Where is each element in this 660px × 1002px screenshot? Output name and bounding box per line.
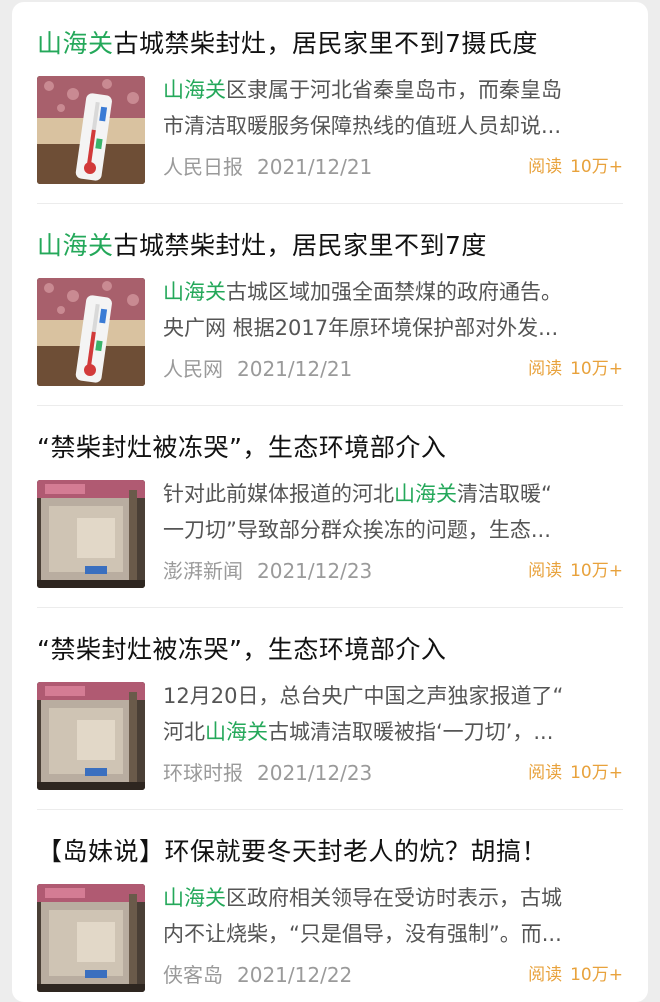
publish-date: 2021/12/21 [237, 357, 353, 381]
snippet-text: 一刀切”导致部分群众挨冻的问题，生态... [163, 518, 551, 542]
snippet-highlight: 山海关 [163, 280, 226, 304]
article-meta: 人民网 2021/12/21 [163, 352, 352, 386]
article-title[interactable]: 【岛妹说】环保就要冬天封老人的炕？胡搞！ [37, 832, 547, 872]
article-item[interactable]: 【岛妹说】环保就要冬天封老人的炕？胡搞！ 山海关区政府相关领导在受访时表示，古城… [37, 810, 623, 1002]
snippet-text: 古城区域加强全面禁煤的政府通告。 [226, 280, 562, 304]
publish-date: 2021/12/21 [257, 155, 373, 179]
snippet-text: 市清洁取暖服务保障热线的值班人员却说... [163, 114, 562, 138]
publish-date: 2021/12/22 [237, 963, 353, 987]
article-snippet: 山海关区政府相关领导在受访时表示，古城 内不让烧柴，“只是倡导，没有强制”。而.… [163, 880, 623, 952]
title-text: 古城禁柴封灶，居民家里不到7度 [113, 231, 487, 260]
snippet-text: 内不让烧柴，“只是倡导，没有强制”。而... [163, 922, 562, 946]
source-name[interactable]: 侠客岛 [163, 963, 223, 987]
stove-thumbnail[interactable] [37, 480, 145, 588]
article-title[interactable]: “禁柴封灶被冻哭”，生态环境部介入 [37, 428, 446, 468]
article-snippet: 山海关区隶属于河北省秦皇岛市，而秦皇岛 市清洁取暖服务保障热线的值班人员却说..… [163, 72, 623, 144]
source-name[interactable]: 人民日报 [163, 155, 243, 179]
read-label: 阅读 [528, 965, 563, 985]
snippet-text: 区政府相关领导在受访时表示，古城 [226, 886, 562, 910]
read-label: 阅读 [528, 561, 563, 581]
snippet-text: 12月20日，总台央广中国之声独家报道了“ [163, 684, 564, 708]
read-number: 10万+ [570, 965, 623, 985]
article-item[interactable]: 山海关古城禁柴封灶，居民家里不到7度 山海关古城区域加强全面禁煤的政府通告。 央… [37, 204, 623, 406]
article-meta: 澎湃新闻 2021/12/23 [163, 554, 372, 588]
snippet-highlight: 山海关 [163, 886, 226, 910]
article-title[interactable]: 山海关古城禁柴封灶，居民家里不到7度 [37, 226, 487, 266]
read-number: 10万+ [570, 561, 623, 581]
article-meta: 侠客岛 2021/12/22 [163, 958, 352, 992]
read-count: 阅读 10万+ [528, 354, 623, 384]
title-highlight: 山海关 [37, 231, 114, 260]
thermometer-thumbnail[interactable] [37, 278, 145, 386]
snippet-text: 清洁取暖“ [457, 482, 552, 506]
article-snippet: 12月20日，总台央广中国之声独家报道了“ 河北山海关古城清洁取暖被指‘一刀切’… [163, 678, 623, 750]
read-count: 阅读 10万+ [528, 960, 623, 990]
snippet-highlight: 山海关 [205, 720, 268, 744]
article-item[interactable]: “禁柴封灶被冻哭”，生态环境部介入 12月20日，总台央广中国之声独家报道了“ … [37, 608, 623, 810]
title-highlight: 山海关 [37, 29, 114, 58]
search-results-card: 山海关古城禁柴封灶，居民家里不到7摄氏度 山海关区隶属于河北省秦皇岛市，而秦皇岛… [12, 2, 648, 1002]
stove-thumbnail[interactable] [37, 682, 145, 790]
article-title[interactable]: “禁柴封灶被冻哭”，生态环境部介入 [37, 630, 446, 670]
title-text: 古城禁柴封灶，居民家里不到7摄氏度 [113, 29, 538, 58]
article-meta: 人民日报 2021/12/21 [163, 150, 372, 184]
publish-date: 2021/12/23 [257, 761, 373, 785]
article-meta: 环球时报 2021/12/23 [163, 756, 372, 790]
publish-date: 2021/12/23 [257, 559, 373, 583]
title-text: “禁柴封灶被冻哭”，生态环境部介入 [37, 433, 447, 462]
read-label: 阅读 [528, 157, 563, 177]
article-snippet: 山海关古城区域加强全面禁煤的政府通告。 央广网 根据2017年原环境保护部对外发… [163, 274, 623, 346]
title-text: 【岛妹说】环保就要冬天封老人的炕？胡搞！ [37, 837, 548, 866]
title-text: “禁柴封灶被冻哭”，生态环境部介入 [37, 635, 447, 664]
article-item[interactable]: 山海关古城禁柴封灶，居民家里不到7摄氏度 山海关区隶属于河北省秦皇岛市，而秦皇岛… [37, 2, 623, 204]
snippet-text: 河北 [163, 720, 205, 744]
read-label: 阅读 [528, 359, 563, 379]
source-name[interactable]: 澎湃新闻 [163, 559, 243, 583]
read-number: 10万+ [570, 763, 623, 783]
read-count: 阅读 10万+ [528, 556, 623, 586]
source-name[interactable]: 环球时报 [163, 761, 243, 785]
snippet-text: 区隶属于河北省秦皇岛市，而秦皇岛 [226, 78, 562, 102]
read-label: 阅读 [528, 763, 563, 783]
snippet-text: 央广网 根据2017年原环境保护部对外发... [163, 316, 559, 340]
read-count: 阅读 10万+ [528, 758, 623, 788]
source-name[interactable]: 人民网 [163, 357, 223, 381]
snippet-text: 针对此前媒体报道的河北 [163, 482, 394, 506]
read-number: 10万+ [570, 157, 623, 177]
snippet-highlight: 山海关 [394, 482, 457, 506]
article-snippet: 针对此前媒体报道的河北山海关清洁取暖“ 一刀切”导致部分群众挨冻的问题，生态..… [163, 476, 623, 548]
thermometer-thumbnail[interactable] [37, 76, 145, 184]
read-number: 10万+ [570, 359, 623, 379]
read-count: 阅读 10万+ [528, 152, 623, 182]
snippet-text: 古城清洁取暖被指‘一刀切’，... [268, 720, 554, 744]
article-item[interactable]: “禁柴封灶被冻哭”，生态环境部介入 针对此前媒体报道的河北山海关清洁取暖“ 一刀… [37, 406, 623, 608]
snippet-highlight: 山海关 [163, 78, 226, 102]
article-title[interactable]: 山海关古城禁柴封灶，居民家里不到7摄氏度 [37, 24, 538, 64]
